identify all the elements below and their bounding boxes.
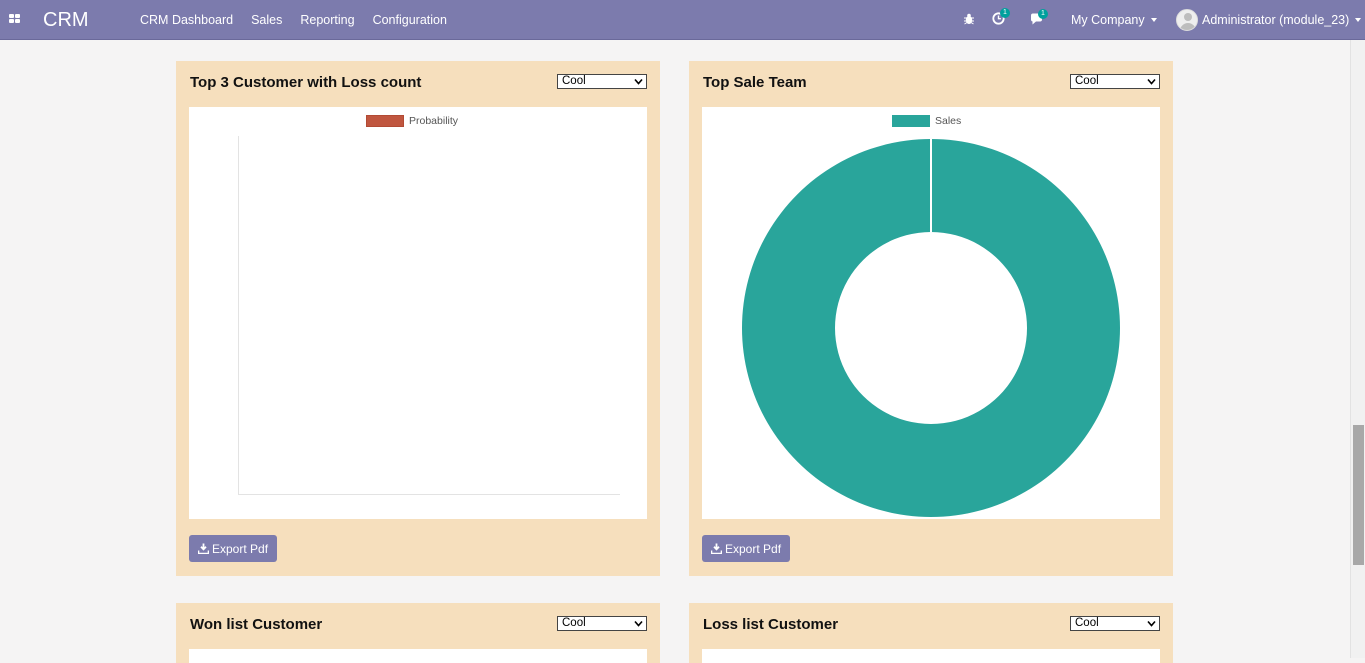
chevron-down-icon [634,620,643,627]
bar-chart: Probability [189,107,647,519]
theme-select-value: Cool [1075,617,1099,629]
user-menu[interactable]: Administrator (module_23) [1176,0,1362,40]
theme-select-value: Cool [562,75,586,87]
debug-toggle[interactable] [963,0,975,40]
theme-select[interactable]: Cool [557,616,647,631]
card-title: Top Sale Team [703,74,807,91]
bug-icon[interactable] [963,13,975,28]
menu-crm-dashboard[interactable]: CRM Dashboard [140,13,233,27]
chevron-down-icon [1147,620,1156,627]
download-icon [711,543,722,554]
sale-team-card: Top Sale Team Cool Sales Export Pdf [689,61,1173,576]
export-pdf-label: Export Pdf [725,541,782,556]
chevron-down-icon [1355,18,1362,22]
card-title: Loss list Customer [703,616,839,633]
export-pdf-button[interactable]: Export Pdf [702,535,791,562]
company-name: My Company [1071,13,1145,27]
won-list-table [189,649,647,663]
top-navbar: CRM CRM Dashboard Sales Reporting Config… [0,0,1365,40]
messaging-menu[interactable]: 1 [1030,0,1048,40]
page-scrollbar[interactable] [1350,40,1365,658]
chevron-down-icon [1147,78,1156,85]
theme-select[interactable]: Cool [1070,74,1160,89]
export-pdf-label: Export Pdf [212,541,269,556]
loss-list-card: Loss list Customer Cool [689,603,1173,663]
doughnut-svg [741,139,1120,517]
chevron-down-icon [634,78,643,85]
card-title: Won list Customer [190,616,323,633]
app-brand[interactable]: CRM [43,8,89,32]
theme-select-value: Cool [1075,75,1099,87]
card-title: Top 3 Customer with Loss count [190,74,422,91]
chat-icon[interactable]: 1 [1030,8,1048,28]
won-list-card: Won list Customer Cool [176,603,660,663]
theme-select-value: Cool [562,617,586,629]
messages-count-badge: 1 [1038,8,1048,19]
activity-count-badge: 1 [1000,8,1010,18]
apps-grid-icon[interactable] [9,14,21,24]
user-name: Administrator (module_23) [1202,13,1350,27]
menu-configuration[interactable]: Configuration [373,13,447,27]
loss-list-table [702,649,1160,663]
theme-select[interactable]: Cool [557,74,647,89]
main-menu: CRM Dashboard Sales Reporting Configurat… [140,0,465,40]
download-icon [198,543,209,554]
avatar[interactable] [1176,9,1198,31]
menu-sales[interactable]: Sales [251,13,282,27]
export-pdf-button[interactable]: Export Pdf [189,535,278,562]
bar-chart-axes [238,136,620,495]
activity-menu[interactable]: 1 [992,0,1010,40]
company-switcher[interactable]: My Company [1071,0,1157,40]
loss-count-card: Top 3 Customer with Loss count Cool Prob… [176,61,660,576]
chevron-down-icon [1150,18,1157,22]
doughnut-chart: Sales [702,107,1160,519]
clock-icon[interactable]: 1 [992,8,1010,28]
menu-reporting[interactable]: Reporting [300,13,354,27]
scrollbar-thumb[interactable] [1353,425,1364,565]
theme-select[interactable]: Cool [1070,616,1160,631]
